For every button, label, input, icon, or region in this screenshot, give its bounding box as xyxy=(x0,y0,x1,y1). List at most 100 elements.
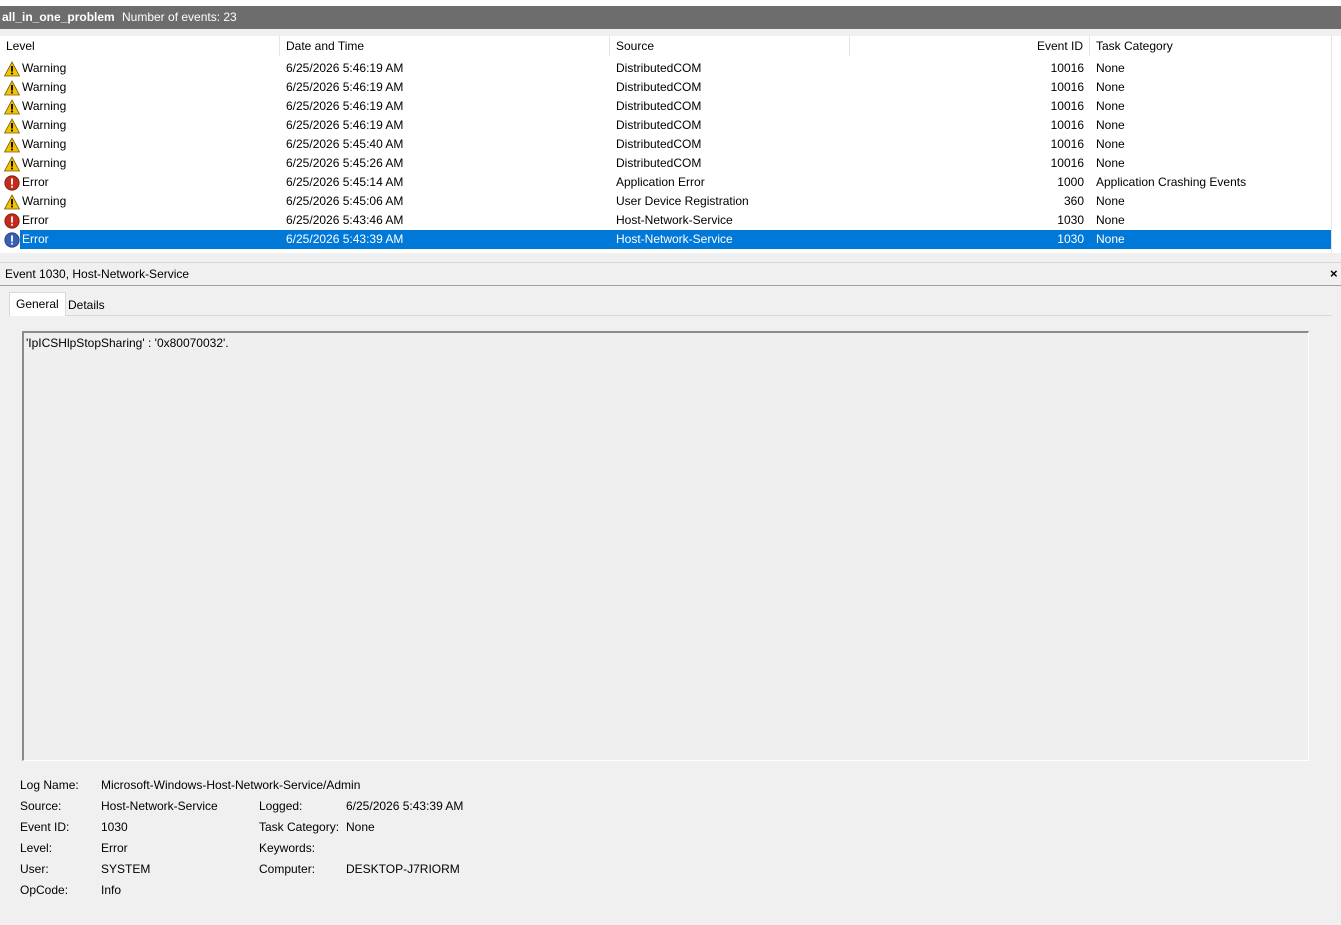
date-cell: 6/25/2026 5:45:40 AM xyxy=(286,137,404,151)
event-count: Number of events: 23 xyxy=(122,10,237,24)
source-cell: DistributedCOM xyxy=(616,80,702,94)
level-cell: Warning xyxy=(22,194,67,208)
task-category-cell: None xyxy=(1096,61,1125,75)
source-cell: DistributedCOM xyxy=(616,118,702,132)
event-id-cell: 10016 xyxy=(1050,61,1084,75)
date-cell: 6/25/2026 5:43:39 AM xyxy=(286,232,404,246)
warning-icon xyxy=(3,137,21,153)
warning-icon xyxy=(3,61,21,77)
table-row[interactable]: Warning 6/25/2026 5:45:26 AM DistributedCO… xyxy=(0,154,1331,173)
computer-label: Computer: xyxy=(259,862,316,876)
tab-general[interactable]: General xyxy=(9,292,66,316)
column-header-event-id[interactable]: Event ID xyxy=(850,36,1090,56)
column-header-source[interactable]: Source xyxy=(610,36,850,56)
table-row[interactable]: Error 6/25/2026 5:45:14 AM Application Err… xyxy=(0,173,1331,192)
event-id-value: 1030 xyxy=(101,820,128,834)
source-cell: DistributedCOM xyxy=(616,156,702,170)
user-label: User: xyxy=(20,862,49,876)
event-id-cell: 360 xyxy=(1063,194,1084,208)
log-name-label: Log Name: xyxy=(20,778,79,792)
log-name: all_in_one_problem xyxy=(2,10,115,24)
level-cell: Warning xyxy=(22,99,67,113)
warning-icon xyxy=(3,194,21,210)
source-cell: Host-Network-Service xyxy=(616,213,733,227)
tab-details[interactable]: Details xyxy=(62,294,111,316)
error-icon xyxy=(4,232,20,248)
source-cell: DistributedCOM xyxy=(616,137,702,151)
task-category-cell: None xyxy=(1096,156,1125,170)
logged-value: 6/25/2026 5:43:39 AM xyxy=(346,799,464,813)
date-cell: 6/25/2026 5:43:46 AM xyxy=(286,213,404,227)
error-icon xyxy=(4,175,20,191)
warning-icon xyxy=(3,80,21,96)
table-row[interactable]: Warning 6/25/2026 5:46:19 AM DistributedCO… xyxy=(0,97,1331,116)
table-row[interactable]: Error 6/25/2026 5:43:46 AM Host-Network-Se… xyxy=(0,211,1331,230)
column-header-date[interactable]: Date and Time xyxy=(280,36,610,56)
task-category-value: None xyxy=(346,820,375,834)
date-cell: 6/25/2026 5:46:19 AM xyxy=(286,80,404,94)
level-value: Error xyxy=(101,841,128,855)
level-cell: Warning xyxy=(22,118,67,132)
event-id-cell: 10016 xyxy=(1050,80,1084,94)
keywords-label: Keywords: xyxy=(259,841,316,855)
event-id-cell: 1030 xyxy=(1057,213,1084,227)
event-id-cell: 10016 xyxy=(1050,118,1084,132)
event-id-cell: 10016 xyxy=(1050,99,1084,113)
table-row[interactable]: Error 6/25/2026 5:43:39 AM Host-Network-Se… xyxy=(0,230,1331,249)
task-category-cell: None xyxy=(1096,137,1125,151)
event-id-label: Event ID: xyxy=(20,820,70,834)
event-detail-title: Event 1030, Host-Network-Service xyxy=(5,267,190,281)
event-description-box[interactable]: 'IpICSHlpStopSharing' : '0x80070032'. xyxy=(22,331,1309,761)
warning-icon xyxy=(3,156,21,172)
close-icon[interactable]: × xyxy=(1330,263,1338,285)
warning-icon xyxy=(3,118,21,134)
date-cell: 6/25/2026 5:46:19 AM xyxy=(286,118,404,132)
table-row[interactable]: Warning 6/25/2026 5:45:40 AM DistributedCO… xyxy=(0,135,1331,154)
opcode-value: Info xyxy=(101,883,122,897)
date-cell: 6/25/2026 5:46:19 AM xyxy=(286,61,404,75)
table-row[interactable]: Warning 6/25/2026 5:46:19 AM DistributedCO… xyxy=(0,116,1331,135)
source-value: Host-Network-Service xyxy=(101,799,218,813)
event-id-cell: 10016 xyxy=(1050,137,1084,151)
source-cell: User Device Registration xyxy=(616,194,749,208)
log-title-bar: all_in_one_problem Number of events: 23 xyxy=(0,6,1341,29)
computer-value: DESKTOP-J7RIORM xyxy=(346,862,460,876)
event-list-scrollbar[interactable] xyxy=(1331,36,1341,253)
task-category-cell: None xyxy=(1096,80,1125,94)
event-id-cell: 1000 xyxy=(1057,175,1084,189)
table-row[interactable]: Warning 6/25/2026 5:45:06 AM User Device R… xyxy=(0,192,1331,211)
event-description: 'IpICSHlpStopSharing' : '0x80070032'. xyxy=(26,336,229,350)
opcode-label: OpCode: xyxy=(20,883,69,897)
date-cell: 6/25/2026 5:45:14 AM xyxy=(286,175,404,189)
source-label: Source: xyxy=(20,799,62,813)
event-detail-header: Event 1030, Host-Network-Service × xyxy=(0,262,1341,286)
logged-label: Logged: xyxy=(259,799,303,813)
level-cell: Warning xyxy=(22,137,67,151)
level-cell: Warning xyxy=(22,80,67,94)
task-category-cell: None xyxy=(1096,99,1125,113)
column-header-level[interactable]: Level xyxy=(0,36,280,56)
table-row[interactable]: Warning 6/25/2026 5:46:19 AM DistributedCO… xyxy=(0,59,1331,78)
event-id-cell: 1030 xyxy=(1057,232,1084,246)
level-cell: Warning xyxy=(22,156,67,170)
event-list[interactable]: Level Date and Time Source Event ID Task… xyxy=(0,36,1331,253)
event-id-cell: 10016 xyxy=(1050,156,1084,170)
source-cell: DistributedCOM xyxy=(616,61,702,75)
task-category-cell: Application Crashing Events xyxy=(1096,175,1247,189)
table-row[interactable]: Warning 6/25/2026 5:46:19 AM DistributedCO… xyxy=(0,78,1331,97)
level-cell: Error xyxy=(22,213,49,227)
user-value: SYSTEM xyxy=(101,862,151,876)
task-category-cell: None xyxy=(1096,232,1125,246)
event-list-header: Level Date and Time Source Event ID Task… xyxy=(0,36,1331,56)
task-category-cell: None xyxy=(1096,118,1125,132)
task-category-cell: None xyxy=(1096,194,1125,208)
date-cell: 6/25/2026 5:45:06 AM xyxy=(286,194,404,208)
level-cell: Error xyxy=(22,175,49,189)
level-cell: Error xyxy=(22,232,49,246)
source-cell: DistributedCOM xyxy=(616,99,702,113)
column-header-task-category[interactable]: Task Category xyxy=(1090,36,1331,56)
task-category-cell: None xyxy=(1096,213,1125,227)
log-name-value: Microsoft-Windows-Host-Network-Service/A… xyxy=(101,778,361,792)
level-cell: Warning xyxy=(22,61,67,75)
source-cell: Host-Network-Service xyxy=(616,232,733,246)
